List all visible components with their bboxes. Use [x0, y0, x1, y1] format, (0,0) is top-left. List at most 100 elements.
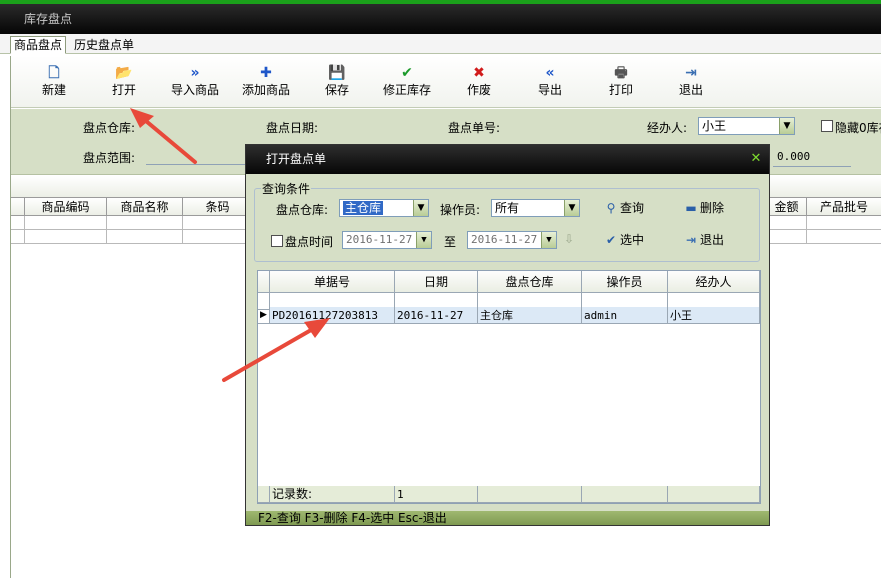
- select-button[interactable]: ✔ 选中: [602, 231, 644, 249]
- check-date-label: 盘点日期:: [266, 121, 319, 135]
- app-window: 库存盘点 商品盘点 历史盘点单 🗋 新建 📂 打开 » 导入商品 ✚ 添加商品 💾 保存 ✔ 修正库存…: [0, 0, 881, 578]
- dialog-title: 打开盘点单: [246, 145, 769, 174]
- close-icon[interactable]: ✕: [749, 152, 763, 166]
- row-operator[interactable]: admin: [582, 307, 668, 324]
- toolbar-button-1[interactable]: 📂 打开: [92, 64, 156, 104]
- toolbar-button-label: 退出: [678, 83, 703, 97]
- hide-zero-label: 隐藏0库存: [835, 121, 881, 135]
- toolbar-button-label: 打开: [111, 83, 136, 97]
- handler-select[interactable]: 小王 ▼: [698, 117, 795, 135]
- date-from-picker[interactable]: 2016-11-27 ▼: [342, 231, 432, 249]
- check-icon: ✔: [605, 233, 617, 247]
- exit-door-icon: ⇥: [685, 233, 697, 247]
- header-barcode[interactable]: 条码: [183, 198, 253, 216]
- toolbar: 🗋 新建 📂 打开 » 导入商品 ✚ 添加商品 💾 保存 ✔ 修正库存 ✖ 作废 « 导出 🖶 打印 ⇥ 退出: [11, 56, 881, 108]
- header-product-code[interactable]: 商品编码: [25, 198, 107, 216]
- delete-button[interactable]: ▬ 删除: [682, 199, 724, 217]
- exit-button[interactable]: ⇥ 退出: [682, 231, 724, 249]
- row-warehouse[interactable]: 主仓库: [478, 307, 582, 324]
- footer-cell: [668, 486, 760, 503]
- grid-cell[interactable]: [183, 216, 253, 230]
- grid-cell[interactable]: [25, 216, 107, 230]
- tab-bar: 商品盘点 历史盘点单: [0, 34, 881, 54]
- tab-stock-check[interactable]: 商品盘点: [10, 36, 67, 54]
- header-amount[interactable]: 金额: [767, 198, 807, 216]
- header-batch-no[interactable]: 产品批号: [807, 198, 881, 216]
- hide-zero-checkbox[interactable]: [821, 120, 833, 132]
- date-from-value: 2016-11-27: [346, 233, 413, 246]
- toolbar-button-7[interactable]: « 导出: [518, 64, 582, 104]
- order-grid: 单据号 日期 盘点仓库 操作员 经办人 ▶ PD20161127203813 2…: [257, 270, 761, 504]
- grid-cell[interactable]: [107, 216, 183, 230]
- tab-history[interactable]: 历史盘点单: [70, 36, 138, 54]
- operator-select[interactable]: 所有 ▼: [491, 199, 580, 217]
- warehouse-label: 盘点仓库:: [83, 121, 136, 135]
- col-handler[interactable]: 经办人: [668, 271, 760, 293]
- dialog-warehouse-select[interactable]: 主仓库 ▼: [339, 199, 429, 217]
- col-order-no[interactable]: 单据号: [270, 271, 395, 293]
- operator-label: 操作员:: [440, 203, 481, 217]
- range-field[interactable]: [146, 164, 246, 165]
- toolbar-button-2[interactable]: » 导入商品: [163, 64, 227, 104]
- toolbar-button-8[interactable]: 🖶 打印: [589, 64, 653, 104]
- row-date[interactable]: 2016-11-27: [395, 307, 478, 324]
- toolbar-button-5[interactable]: ✔ 修正库存: [375, 64, 439, 104]
- grid-cell[interactable]: [767, 230, 807, 244]
- toolbar-button-label: 添加商品: [241, 83, 290, 97]
- grid-cell[interactable]: [807, 230, 881, 244]
- open-check-dialog: 打开盘点单 ✕ 查询条件 盘点仓库: 主仓库 ▼ 操作员: 所有 ▼ ⚲ 查询 ▬…: [245, 144, 770, 526]
- add-icon: ✚: [260, 65, 272, 81]
- dialog-status-bar: F2-查询 F3-删除 F4-选中 Esc-退出: [246, 511, 769, 525]
- row-pointer-icon: ▶: [258, 307, 270, 324]
- save-icon: 💾: [328, 65, 346, 81]
- query-button[interactable]: ⚲ 查询: [602, 199, 644, 217]
- check-icon: ✔: [401, 65, 413, 81]
- grid-cell[interactable]: [107, 230, 183, 244]
- date-filter-checkbox[interactable]: [271, 235, 283, 247]
- operator-value: 所有: [495, 201, 520, 215]
- chevron-down-icon: ▼: [541, 232, 556, 248]
- chevron-down-icon: ▼: [413, 200, 428, 216]
- chevron-down-icon: ▼: [416, 232, 431, 248]
- range-label: 盘点范围:: [83, 151, 136, 165]
- query-button-label: 查询: [620, 201, 645, 215]
- to-label: 至: [444, 235, 457, 249]
- row-order-no[interactable]: PD20161127203813: [270, 307, 395, 324]
- grid-cell[interactable]: [183, 230, 253, 244]
- new-file-icon: 🗋: [48, 65, 60, 81]
- chevron-down-icon: ▼: [564, 200, 579, 216]
- col-warehouse[interactable]: 盘点仓库: [478, 271, 582, 293]
- row-handler[interactable]: 小王: [668, 307, 760, 324]
- toolbar-button-6[interactable]: ✖ 作废: [447, 64, 511, 104]
- toolbar-button-label: 保存: [324, 83, 349, 97]
- header-product-name[interactable]: 商品名称: [107, 198, 183, 216]
- col-operator[interactable]: 操作员: [582, 271, 668, 293]
- window-title: 库存盘点: [0, 4, 881, 34]
- grid-cell[interactable]: [767, 216, 807, 230]
- minus-icon: ▬: [685, 201, 697, 215]
- handler-label: 经办人:: [647, 121, 688, 135]
- printer-icon: 🖶: [614, 65, 628, 81]
- dialog-body: 查询条件 盘点仓库: 主仓库 ▼ 操作员: 所有 ▼ ⚲ 查询 ▬ 删除 盘点时间 …: [246, 174, 769, 511]
- exit-door-icon: ⇥: [685, 65, 697, 81]
- query-group-title: 查询条件: [261, 180, 312, 197]
- col-date[interactable]: 日期: [395, 271, 478, 293]
- footer-cell: [478, 486, 582, 503]
- date-to-picker[interactable]: 2016-11-27 ▼: [467, 231, 557, 249]
- toolbar-button-9[interactable]: ⇥ 退出: [659, 64, 723, 104]
- toolbar-button-0[interactable]: 🗋 新建: [22, 64, 86, 104]
- grid-cell: [11, 216, 25, 230]
- total-value: 0.000: [777, 150, 811, 163]
- magnifier-icon: ⚲: [606, 201, 616, 215]
- grid-corner: [11, 198, 25, 216]
- grid-cell[interactable]: [807, 216, 881, 230]
- footer-corner: [258, 486, 270, 503]
- grid-cell[interactable]: [25, 230, 107, 244]
- toolbar-button-3[interactable]: ✚ 添加商品: [234, 64, 298, 104]
- delete-button-label: 删除: [700, 201, 725, 215]
- date-filter-label: 盘点时间: [285, 235, 334, 249]
- down-arrow-icon[interactable]: ⇩: [564, 232, 574, 246]
- export-icon: «: [545, 65, 555, 81]
- toolbar-button-label: 作废: [466, 83, 491, 97]
- toolbar-button-4[interactable]: 💾 保存: [305, 64, 369, 104]
